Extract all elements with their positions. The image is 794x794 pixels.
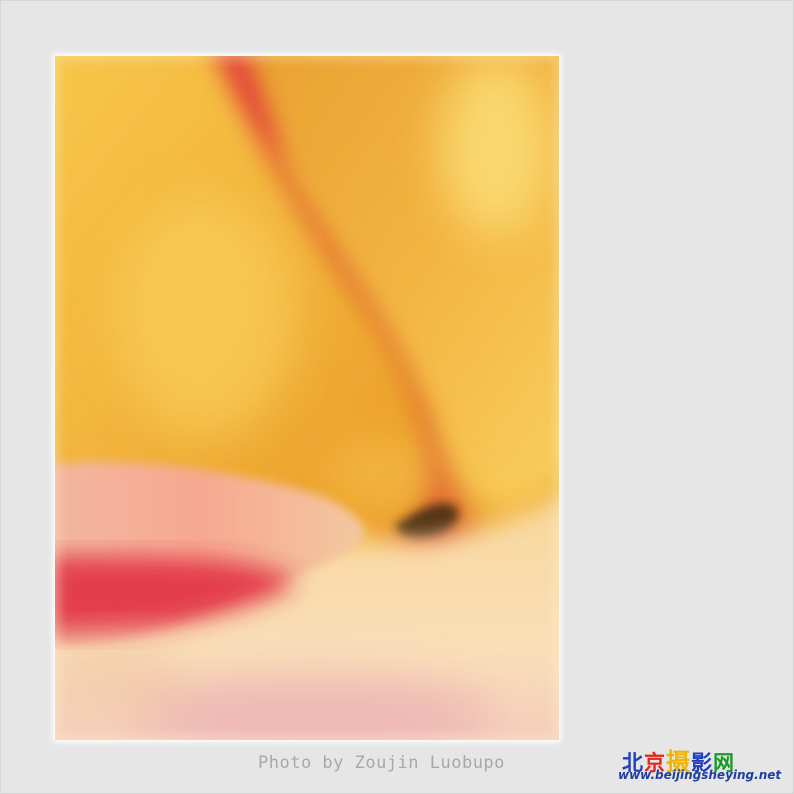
site-logo[interactable]: 北京摄影网 www.beijingsheying.net bbox=[616, 742, 788, 788]
logo-url[interactable]: www.beijingsheying.net bbox=[618, 768, 781, 782]
photo-credit: Photo by Zoujin Luobupo bbox=[258, 753, 505, 773]
flower-macro-photo bbox=[55, 56, 559, 740]
